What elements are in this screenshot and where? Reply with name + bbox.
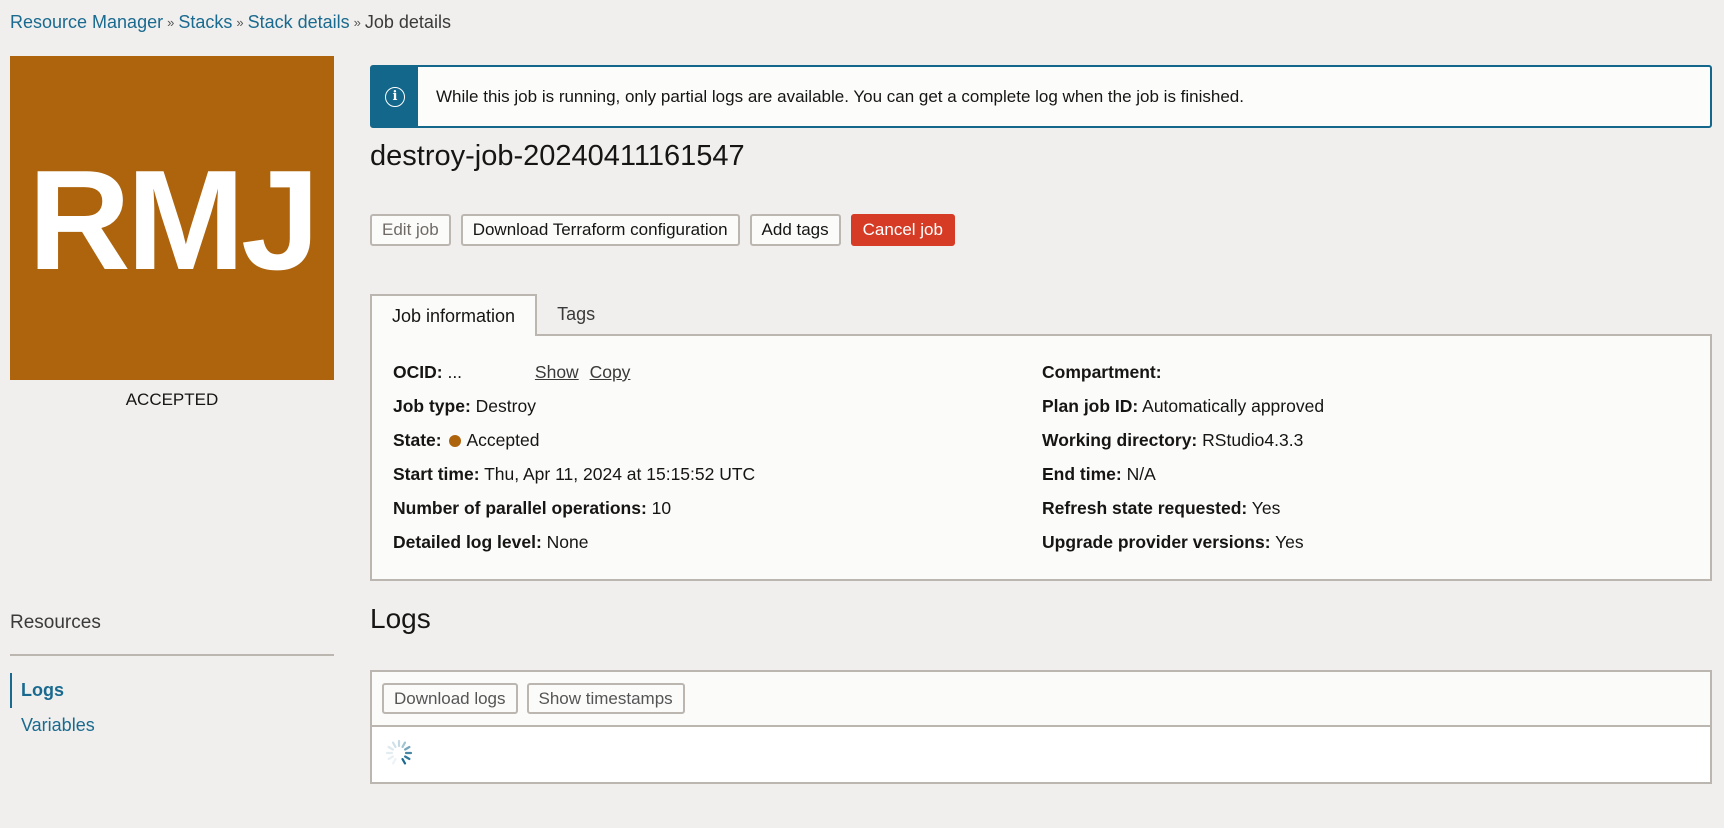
download-logs-button[interactable]: Download logs [382,683,518,714]
job-avatar: RMJ [10,56,334,380]
loading-spinner-icon [385,739,413,765]
ocid-copy-link[interactable]: Copy [590,362,631,382]
info-job-type: Job type: Destroy [393,396,755,430]
info-label: Refresh state requested: [1042,498,1248,518]
avatar-status-label: ACCEPTED [125,390,219,409]
resources-nav: Logs Variables [10,673,334,743]
info-end-time: End time: N/A [1042,464,1324,498]
info-label: State: [393,430,442,450]
ocid-show-link[interactable]: Show [535,362,579,382]
resources-item-variables[interactable]: Variables [10,708,334,743]
info-label: Start time: [393,464,480,484]
breadcrumb-separator: » [353,15,361,30]
add-tags-button[interactable]: Add tags [749,214,841,246]
info-value: Thu, Apr 11, 2024 at 15:15:52 UTC [484,464,756,484]
info-column-left: OCID: ... Show Copy Job type: Destroy St… [393,362,755,566]
breadcrumb-stack-details[interactable]: Stack details [248,12,350,33]
info-label: Upgrade provider versions: [1042,532,1271,552]
info-banner: i While this job is running, only partia… [370,65,1712,128]
info-column-right: Compartment: Plan job ID: Automatically … [1042,362,1324,566]
page-title: destroy-job-20240411161547 [370,140,745,172]
info-label: Compartment: [1042,362,1162,382]
breadcrumb: Resource Manager » Stacks » Stack detail… [10,12,451,33]
sidebar: RMJ ACCEPTED [10,56,334,410]
resources-divider [10,654,334,656]
banner-icon-strip: i [372,67,418,126]
info-plan-job-id: Plan job ID: Automatically approved [1042,396,1324,430]
logs-toolbar: Download logs Show timestamps [372,672,1710,727]
info-working-directory: Working directory: RStudio4.3.3 [1042,430,1324,464]
resources-heading: Resources [10,612,101,633]
show-timestamps-button[interactable]: Show timestamps [526,683,685,714]
download-terraform-button[interactable]: Download Terraform configuration [460,214,740,246]
action-toolbar: Edit job Download Terraform configuratio… [370,214,955,246]
info-label: OCID: [393,362,443,382]
job-information-panel: OCID: ... Show Copy Job type: Destroy St… [370,334,1712,581]
info-upgrade-provider: Upgrade provider versions: Yes [1042,532,1324,566]
info-value: N/A [1126,464,1156,484]
info-value: Yes [1251,498,1281,518]
info-value: Accepted [466,430,540,450]
cancel-job-button[interactable]: Cancel job [850,214,955,246]
info-value: 10 [651,498,672,518]
tab-tags[interactable]: Tags [537,294,615,334]
logs-panel: Download logs Show timestamps [370,670,1712,784]
info-value: Destroy [475,396,536,416]
info-compartment: Compartment: [1042,362,1324,396]
info-ocid: OCID: ... Show Copy [393,362,755,396]
info-value: RStudio4.3.3 [1202,430,1304,450]
logs-heading: Logs [370,603,431,634]
info-icon: i [385,86,405,107]
avatar-initials: RMJ [28,141,320,300]
breadcrumb-separator: » [167,15,175,30]
info-label: Plan job ID: [1042,396,1139,416]
breadcrumb-resource-manager[interactable]: Resource Manager [10,12,163,33]
info-refresh-state: Refresh state requested: Yes [1042,498,1324,532]
info-log-level: Detailed log level: None [393,532,755,566]
info-value: None [546,532,589,552]
info-label: Number of parallel operations: [393,498,647,518]
info-value: Yes [1275,532,1304,552]
info-value: Automatically approved [1142,396,1325,416]
edit-job-button[interactable]: Edit job [370,214,451,246]
resources-item-logs[interactable]: Logs [10,673,334,708]
info-label: Working directory: [1042,430,1198,450]
breadcrumb-stacks[interactable]: Stacks [178,12,232,33]
info-label: Detailed log level: [393,532,542,552]
info-label: End time: [1042,464,1122,484]
breadcrumb-separator: » [236,15,244,30]
info-label: Job type: [393,396,471,416]
state-indicator-icon [448,435,461,447]
info-state: State: Accepted [393,430,755,464]
tab-bar: Job information Tags [370,294,615,336]
info-start-time: Start time: Thu, Apr 11, 2024 at 15:15:5… [393,464,755,498]
tab-job-information[interactable]: Job information [370,294,538,336]
breadcrumb-job-details: Job details [364,12,451,32]
info-parallel-operations: Number of parallel operations: 10 [393,498,755,532]
info-value: ... [447,362,463,382]
banner-message: While this job is running, only partial … [436,86,1244,106]
